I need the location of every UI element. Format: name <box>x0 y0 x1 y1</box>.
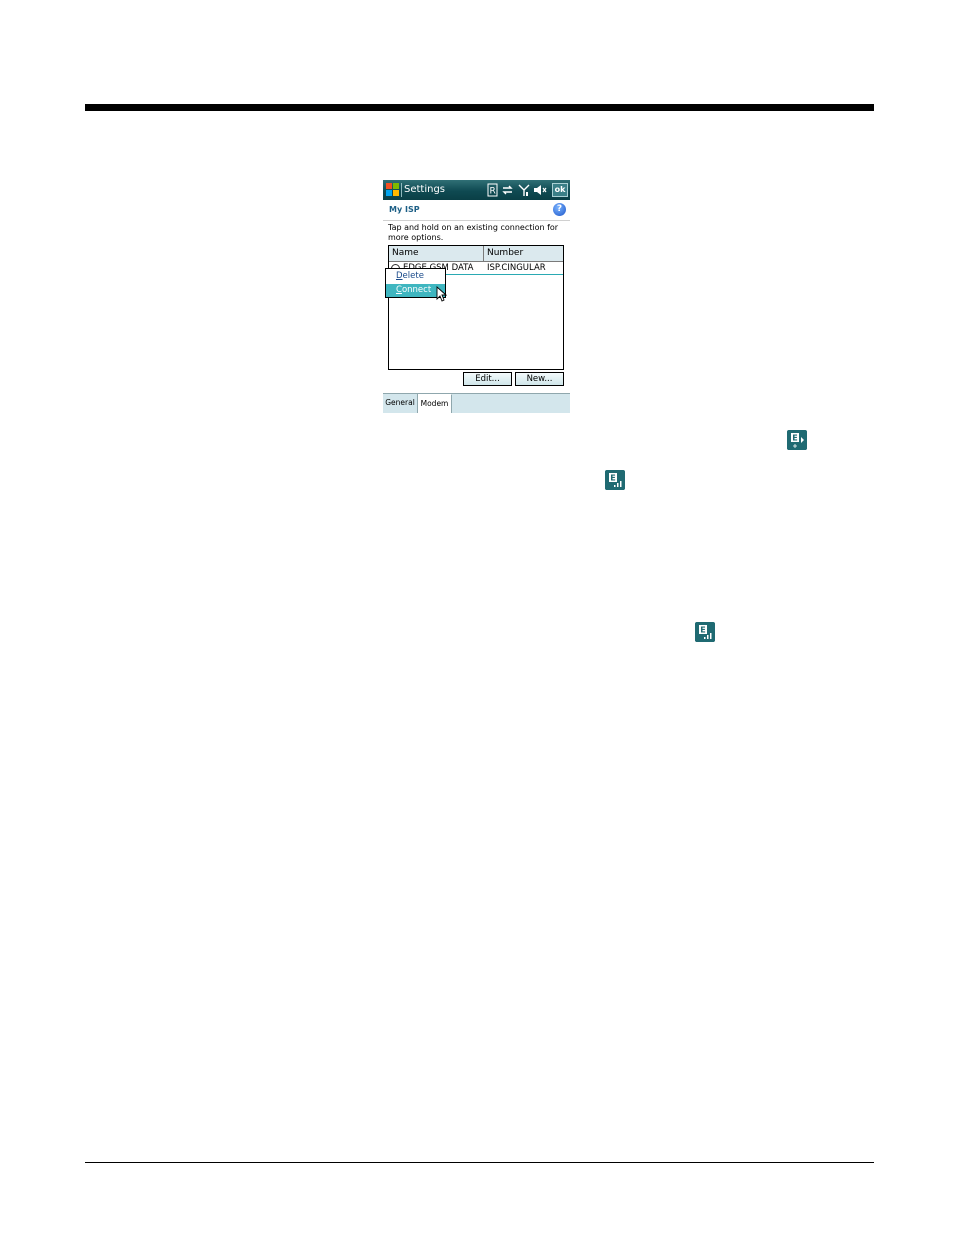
roaming-icon: R <box>487 183 498 197</box>
page-header: My ISP ? <box>383 200 570 221</box>
edit-button[interactable]: Edit... <box>463 372 512 386</box>
instructions-text: Tap and hold on an existing connection f… <box>388 223 559 242</box>
svg-text:R: R <box>490 187 496 197</box>
column-header-name[interactable]: Name <box>389 246 484 262</box>
title-divider <box>401 183 402 197</box>
row-number: ISP.CINGULAR <box>487 263 546 273</box>
page-heading: My ISP <box>389 205 420 214</box>
menu-item-delete-rest: elete <box>402 271 424 281</box>
new-button[interactable]: New... <box>515 372 564 386</box>
bottom-rule <box>85 1162 874 1163</box>
menu-item-connect-rest: onnect <box>401 285 432 295</box>
data-connection-icon <box>502 185 513 195</box>
volume-muted-icon <box>534 185 547 195</box>
window-title: Settings <box>404 184 446 195</box>
ok-button[interactable]: ok <box>552 183 568 197</box>
svg-text:E: E <box>792 434 797 443</box>
pointer-cursor-icon <box>436 286 447 302</box>
tab-modem[interactable]: Modem <box>418 394 452 413</box>
menu-item-delete[interactable]: Delete <box>386 270 445 283</box>
title-bar: Settings R ok <box>383 180 570 200</box>
edge-signal-icon: E <box>695 622 715 642</box>
device-screenshot: Settings R ok My ISP ? Tap and hold on a… <box>383 180 570 413</box>
column-header-number[interactable]: Number <box>484 246 563 262</box>
svg-text:E: E <box>610 474 615 483</box>
signal-icon <box>518 184 530 196</box>
help-icon[interactable]: ? <box>553 203 566 216</box>
edge-signal-icon: E <box>605 470 625 490</box>
windows-start-icon[interactable] <box>385 182 400 197</box>
top-rule <box>85 104 874 111</box>
tab-bar: General Modem <box>383 393 570 413</box>
edge-data-transfer-icon: E <box>787 430 807 450</box>
connections-list[interactable]: Name Number EDGE GSM DATA ISP.CINGULAR <box>388 245 564 370</box>
svg-text:E: E <box>700 626 705 635</box>
tab-general[interactable]: General <box>383 394 418 413</box>
